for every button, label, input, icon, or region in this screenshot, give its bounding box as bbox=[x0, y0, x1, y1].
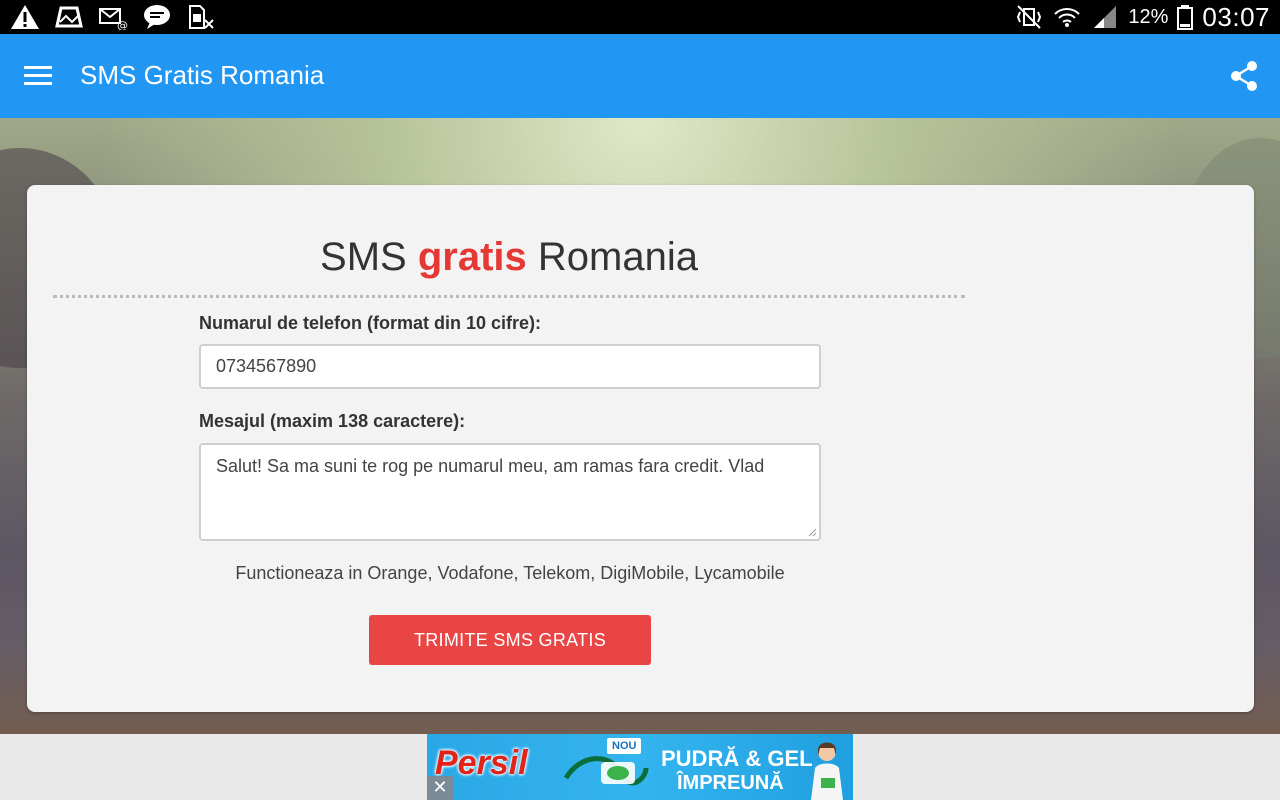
app-bar: SMS Gratis Romania bbox=[0, 34, 1280, 118]
email-icon: @ bbox=[99, 8, 128, 30]
ad-product-icon bbox=[563, 756, 649, 786]
chat-icon bbox=[144, 5, 170, 29]
ad-person-image bbox=[811, 742, 843, 800]
title-highlight: gratis bbox=[417, 235, 527, 279]
ad-headline: PUDRĂ & GEL bbox=[661, 746, 813, 771]
status-bar: @ 12% 03:07 bbox=[0, 0, 1280, 34]
ad-badge: NOU bbox=[607, 738, 642, 754]
signal-icon bbox=[1094, 6, 1117, 28]
phone-input[interactable]: 0734567890 bbox=[199, 344, 821, 389]
menu-icon[interactable] bbox=[18, 56, 58, 96]
phone-label: Numarul de telefon (format din 10 cifre)… bbox=[199, 313, 542, 333]
vibrate-icon bbox=[1017, 5, 1042, 29]
title-part-2: Romania bbox=[526, 235, 698, 279]
ad-close-button[interactable]: ✕ bbox=[427, 776, 453, 800]
wifi-icon bbox=[1054, 8, 1081, 27]
resize-handle-icon[interactable] bbox=[807, 527, 817, 537]
battery-percent: 12% bbox=[1128, 5, 1169, 28]
clock: 03:07 bbox=[1202, 1, 1270, 32]
battery-icon bbox=[1177, 5, 1194, 30]
sim-icon bbox=[189, 5, 214, 29]
ad-subheadline: ÎMPREUNĂ bbox=[677, 772, 784, 794]
page-title: SMS gratis Romania bbox=[53, 235, 965, 280]
sms-form-card: SMS gratis Romania Numarul de telefon (f… bbox=[27, 185, 1254, 712]
ad-bar: Persil NOU PUDRĂ & GEL ÎMPREUNĂ ✕ bbox=[0, 734, 1280, 800]
title-divider bbox=[53, 295, 965, 298]
warning-icon bbox=[11, 5, 39, 29]
status-notifications: @ bbox=[10, 4, 216, 30]
app-title: SMS Gratis Romania bbox=[80, 60, 325, 90]
svg-text:@: @ bbox=[117, 19, 128, 30]
ad-banner[interactable]: Persil NOU PUDRĂ & GEL ÎMPREUNĂ ✕ bbox=[427, 734, 853, 800]
send-sms-button[interactable]: TRIMITE SMS GRATIS bbox=[369, 615, 651, 665]
operators-note: Functioneaza in Orange, Vodafone, Teleko… bbox=[235, 563, 785, 583]
status-system: 12% 03:07 bbox=[1014, 0, 1270, 34]
message-label: Mesajul (maxim 138 caractere): bbox=[199, 411, 466, 431]
message-textarea[interactable]: Salut! Sa ma suni te rog pe numarul meu,… bbox=[199, 443, 821, 541]
title-part-1: SMS bbox=[320, 235, 418, 279]
message-text: Salut! Sa ma suni te rog pe numarul meu,… bbox=[216, 456, 765, 476]
inbox-icon bbox=[55, 6, 83, 28]
share-icon[interactable] bbox=[1224, 56, 1264, 96]
